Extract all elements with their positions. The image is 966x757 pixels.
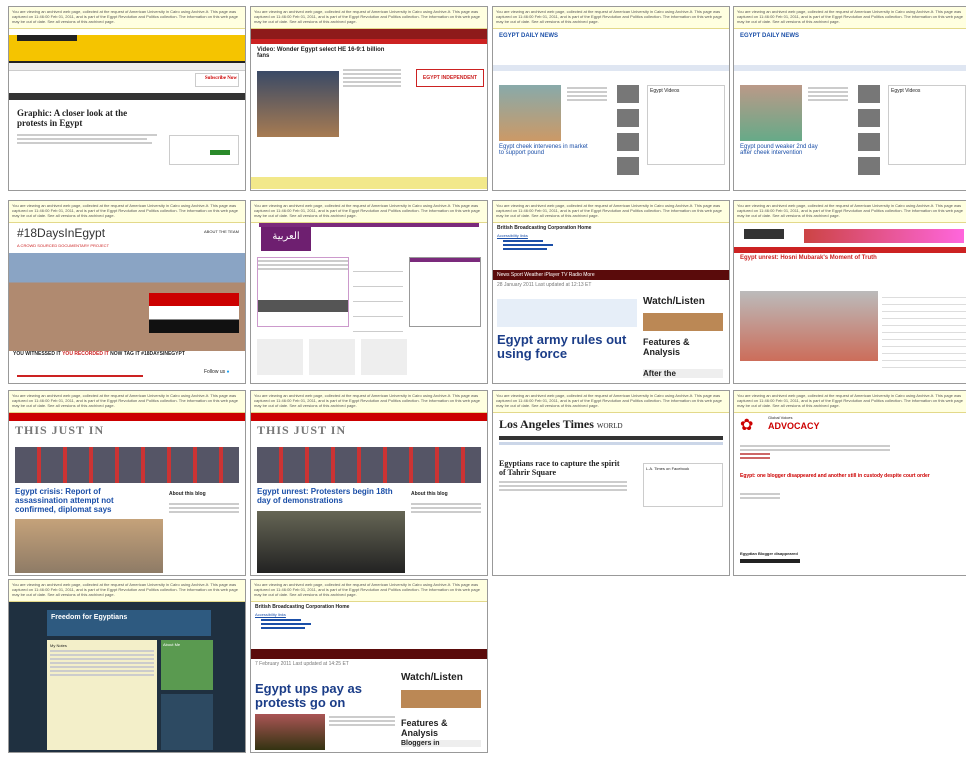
nav-team[interactable]: THE TEAM — [219, 229, 239, 234]
story-image[interactable] — [740, 291, 878, 361]
about-blog: About this blog — [411, 491, 448, 497]
side-title: Egypt Videos — [650, 88, 680, 94]
timestamp: 7 February 2011 Last updated at 14:25 ET — [255, 661, 349, 667]
archive-notice: You are viewing an archived web page, co… — [251, 391, 487, 413]
subtitle: A CROWD SOURCED DOCUMENTARY PROJECT — [17, 243, 110, 248]
site-logo: EGYPT DAILY NEWS — [499, 33, 559, 39]
post-image[interactable] — [257, 511, 405, 573]
org-name: British Broadcasting Corporation Home — [255, 604, 350, 610]
twitter-icon: ● — [226, 369, 230, 375]
thumbnail-cnn-18th-day[interactable]: You are viewing an archived web page, co… — [250, 390, 488, 576]
post-subhead: Egyptian Blogger disappeared — [740, 551, 798, 556]
thumbnail-bbc-army[interactable]: You are viewing an archived web page, co… — [492, 200, 730, 384]
video-still[interactable] — [257, 71, 339, 137]
slogan-a: YOU WITNESSED IT — [13, 351, 61, 357]
about-me: About Me — [161, 640, 213, 690]
thumbnail-graphic-protests[interactable]: You are viewing an archived web page, co… — [8, 6, 246, 191]
section-name: WORLD — [596, 422, 623, 430]
blog-brand: THIS JUST IN — [15, 423, 105, 437]
archive-notice: You are viewing an archived web page, co… — [734, 201, 966, 223]
thumbnail-gv-advocacy[interactable]: You are viewing an archived web page, co… — [733, 390, 966, 576]
thumbnail-freedom-blog[interactable]: You are viewing an archived web page, co… — [8, 579, 246, 753]
gv-brand: ADVOCACY — [768, 421, 820, 431]
after-the[interactable]: After the — [643, 369, 723, 378]
masthead: Los Angeles Times — [499, 417, 594, 431]
bloggers-in[interactable]: Bloggers in — [401, 740, 481, 747]
archive-notice: You are viewing an archived web page, co… — [734, 7, 966, 29]
post-headline[interactable]: Egypt unrest: Protesters begin 18th day … — [251, 483, 401, 509]
bbc-nav[interactable]: News Sport Weather iPlayer TV Radio More — [493, 270, 729, 280]
article-headline[interactable]: Graphic: A closer look at the protests i… — [9, 104, 149, 132]
site-logo: العربية — [261, 227, 311, 251]
story-image[interactable] — [499, 85, 561, 141]
archive-notice: You are viewing an archived web page, co… — [493, 7, 729, 29]
thumbnail-18days[interactable]: You are viewing an archived web page, co… — [8, 200, 246, 384]
archive-notice: You are viewing an archived web page, co… — [493, 201, 729, 223]
blog-title: Freedom for Egyptians — [47, 610, 211, 636]
article-headline[interactable]: Egyptians race to capture the spirit of … — [493, 459, 633, 477]
thumbnail-mubarak-moment[interactable]: You are viewing an archived web page, co… — [733, 200, 966, 384]
archive-notice: You are viewing an archived web page, co… — [9, 7, 245, 29]
article-title[interactable]: Egypt unrest: Hosni Mubarak's Moment of … — [734, 253, 966, 263]
hero-photo — [9, 253, 245, 351]
thumbnail-cnn-assassination[interactable]: You are viewing an archived web page, co… — [8, 390, 246, 576]
post-headline[interactable]: Egypt crisis: Report of assassination at… — [9, 483, 159, 518]
thumbnail-alarabiya[interactable]: You are viewing an archived web page, co… — [250, 200, 488, 384]
archive-notice: You are viewing an archived web page, co… — [734, 391, 966, 413]
story-headline[interactable]: Egypt cheek intervenes in market to supp… — [499, 144, 589, 156]
gv-logo-icon: ✿ — [740, 417, 754, 434]
archive-notice: You are viewing an archived web page, co… — [251, 201, 487, 223]
thumbnail-egypt-daily-news-1[interactable]: You are viewing an archived web page, co… — [492, 6, 730, 191]
nav-about[interactable]: ABOUT — [204, 229, 218, 234]
accessibility-links[interactable]: Accessibility links — [493, 233, 729, 238]
features-analysis[interactable]: Features & Analysis — [401, 718, 481, 738]
facebook-box-title: L.A. Times on Facebook — [646, 466, 690, 471]
bbc-headline[interactable]: Egypt ups pay as protests go on — [255, 682, 395, 710]
thumbnail-bbc-pay[interactable]: You are viewing an archived web page, co… — [250, 579, 488, 753]
bbc-headline[interactable]: Egypt army rules out using force — [497, 333, 637, 361]
org-name: British Broadcasting Corporation Home — [497, 225, 592, 231]
gv-org: Global Voices — [768, 415, 793, 420]
video-headline[interactable]: Video: Wonder Egypt select HE 16-9:1 bil… — [251, 44, 391, 62]
subscribe-link[interactable]: Subscribe Now — [205, 76, 237, 81]
site-header — [9, 35, 245, 63]
thumbnail-egypt-independent[interactable]: You are viewing an archived web page, co… — [250, 6, 488, 191]
thumbnail-latimes[interactable]: You are viewing an archived web page, co… — [492, 390, 730, 576]
story-image[interactable] — [740, 85, 802, 141]
slogan-c: NOW TAG IT #18DAYSINEGYPT — [110, 351, 185, 357]
archive-notice: You are viewing an archived web page, co… — [9, 201, 245, 223]
post-image[interactable] — [15, 519, 163, 573]
watch-listen[interactable]: Watch/Listen — [401, 672, 463, 683]
archive-notice: You are viewing an archived web page, co… — [251, 7, 487, 29]
site-logo: EGYPT DAILY NEWS — [740, 33, 800, 39]
blog-section: My Notes — [50, 643, 67, 648]
side-title: Egypt Videos — [891, 88, 921, 94]
slogan-b: YOU RECORDED IT — [62, 351, 109, 357]
archive-notice: You are viewing an archived web page, co… — [9, 391, 245, 413]
site-logo: EGYPT INDEPENDENT — [416, 69, 484, 87]
follow-us[interactable]: Follow us ● — [204, 369, 230, 375]
accessibility-links[interactable]: Accessibility links — [251, 612, 487, 617]
story-headline[interactable]: Egypt pound weaker 2nd day after cheek i… — [740, 144, 830, 156]
features-analysis[interactable]: Features & Analysis — [643, 337, 723, 357]
blog-brand: THIS JUST IN — [257, 423, 347, 437]
story-image[interactable] — [255, 714, 325, 750]
archive-notice: You are viewing an archived web page, co… — [9, 580, 245, 602]
archive-notice: You are viewing an archived web page, co… — [493, 391, 729, 413]
watch-listen[interactable]: Watch/Listen — [643, 296, 705, 307]
thumbnail-egypt-daily-news-2[interactable]: You are viewing an archived web page, co… — [733, 6, 966, 191]
archive-notice: You are viewing an archived web page, co… — [251, 580, 487, 602]
timestamp: 28 January 2011 Last updated at 12:13 ET — [497, 282, 592, 288]
post-headline[interactable]: Egypt: one blogger disappeared and anoth… — [740, 473, 966, 479]
about-blog: About this blog — [169, 491, 206, 497]
